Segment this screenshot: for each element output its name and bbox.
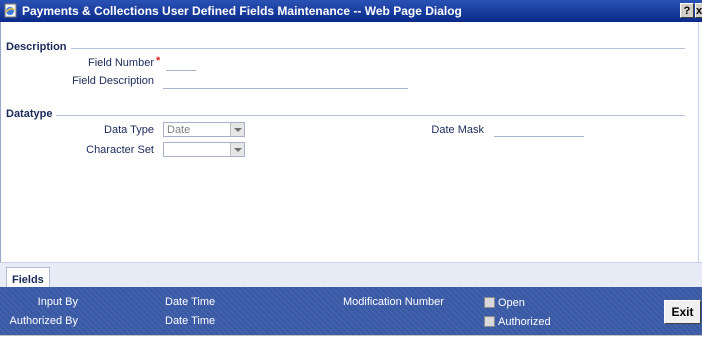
required-marker: * <box>156 55 161 67</box>
authorized-label: Authorized <box>498 316 551 328</box>
close-button[interactable]: x <box>695 3 702 18</box>
modification-number-label: Modification Number <box>343 296 444 308</box>
datatype-section-label: Datatype <box>6 108 57 120</box>
description-section-label: Description <box>6 41 71 53</box>
data-type-label: Data Type <box>104 124 154 136</box>
window-titlebar: Payments & Collections User Defined Fiel… <box>0 0 702 22</box>
authorized-checkbox[interactable] <box>484 316 495 327</box>
data-type-select[interactable]: Date <box>163 122 245 137</box>
vertical-scrollbar[interactable] <box>698 22 702 262</box>
chevron-down-icon <box>230 143 244 156</box>
open-checkbox[interactable] <box>484 297 495 308</box>
chevron-down-icon <box>230 123 244 136</box>
tab-strip: Fields <box>0 262 702 288</box>
audit-footer: Input By Authorized By Date Time Date Ti… <box>0 287 702 335</box>
authorized-by-label: Authorized By <box>9 315 78 327</box>
field-description-input[interactable] <box>163 74 408 89</box>
exit-button[interactable]: Exit <box>664 300 701 324</box>
data-type-value: Date <box>167 124 191 136</box>
description-divider <box>10 48 685 49</box>
date-mask-input[interactable] <box>494 122 584 137</box>
field-number-input[interactable] <box>166 56 196 71</box>
input-by-label: Input By <box>37 296 78 308</box>
open-label: Open <box>498 297 525 309</box>
window-title: Payments & Collections User Defined Fiel… <box>22 4 462 18</box>
field-number-label: Field Number <box>87 57 154 69</box>
tab-fields[interactable]: Fields <box>6 267 50 288</box>
ie-page-icon <box>4 3 17 18</box>
authorized-date-time-label: Date Time <box>165 315 216 327</box>
field-description-label: Field Description <box>72 75 154 87</box>
date-mask-label: Date Mask <box>431 124 484 136</box>
input-date-time-label: Date Time <box>165 296 216 308</box>
datatype-divider <box>10 115 685 116</box>
character-set-select[interactable] <box>163 142 245 157</box>
help-button[interactable]: ? <box>680 3 694 18</box>
character-set-label: Character Set <box>86 144 154 156</box>
